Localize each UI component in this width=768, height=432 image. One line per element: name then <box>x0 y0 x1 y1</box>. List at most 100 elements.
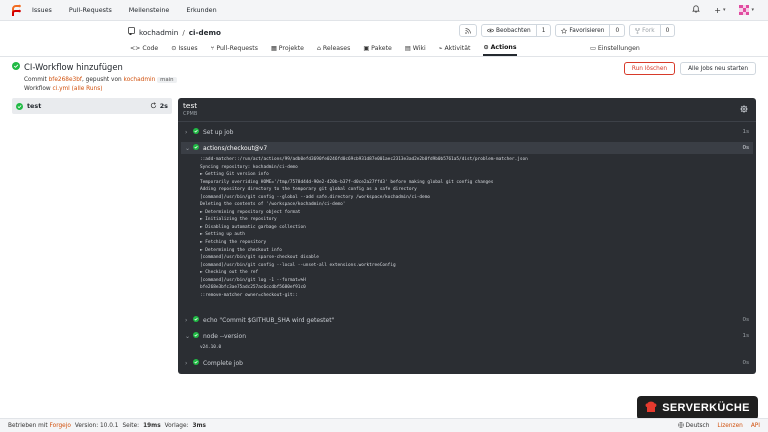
watch-button[interactable]: Beobachten 1 <box>481 24 552 37</box>
tab-label: Issues <box>178 45 198 52</box>
nav-explore[interactable]: Erkunden <box>186 6 216 14</box>
plus-icon: + <box>714 5 721 15</box>
notifications-bell-icon[interactable] <box>692 5 701 15</box>
log-line: bfe268e3bfc3ae75adc257ac6ccdbf5680ef91c0 <box>200 285 306 291</box>
create-menu[interactable]: + ▾ <box>714 6 725 15</box>
eye-icon <box>487 28 494 33</box>
tab-settings[interactable]: ▭ Einstellungen <box>590 41 640 56</box>
success-check-icon <box>193 359 199 367</box>
avatar <box>739 5 750 15</box>
book-icon: ▤ <box>404 45 411 52</box>
tab-label: Releases <box>322 45 351 52</box>
page-time: 19ms <box>143 422 161 429</box>
success-check-icon <box>193 332 199 340</box>
step-duration: 0s <box>742 145 749 151</box>
tab-wiki[interactable]: ▤ Wiki <box>405 41 426 56</box>
repo-title: kochadmin / ci-demo <box>128 27 221 37</box>
chevron-down-icon: ⌄ <box>185 144 191 152</box>
pusher-link[interactable]: kochadmin <box>124 77 156 83</box>
version-text: Version: 10.0.1 <box>74 422 119 429</box>
play-icon: ⊙ <box>483 44 489 51</box>
tab-label: Pull-Requests <box>216 45 258 52</box>
issue-icon: ⊙ <box>171 45 177 52</box>
watermark-text: SERVERKÜCHE <box>662 402 750 414</box>
step-duration: 1s <box>742 333 749 339</box>
step-node-version[interactable]: ⌄ node --version 1s <box>181 330 753 342</box>
tab-label: Aktivität <box>444 45 471 52</box>
step-complete-job[interactable]: › Complete job 0s <box>181 357 753 369</box>
workflow-prefix: Workflow <box>24 86 51 92</box>
language-selector[interactable]: Deutsch <box>677 421 710 430</box>
step-label: echo "Commit $GITHUB_SHA wird getestet" <box>203 316 335 324</box>
forgejo-link[interactable]: Forgejo <box>50 423 71 429</box>
run-title: CI-Workflow hinzufügen <box>24 62 123 72</box>
checkout-log-output: ::add-matcher::/run/act/actions/99/adb0e… <box>200 156 528 299</box>
workflow-all-runs-link[interactable]: (alle Runs) <box>72 86 103 92</box>
tab-projects[interactable]: ▦ Projekte <box>271 41 304 56</box>
pulse-icon: ⌁ <box>438 45 443 52</box>
success-check-icon <box>193 144 199 152</box>
step-set-up-job[interactable]: › Set up job 1s <box>181 126 753 138</box>
star-button[interactable]: Favorisieren 0 <box>555 24 626 37</box>
tab-releases[interactable]: ⌂ Releases <box>317 41 350 56</box>
chevron-right-icon: › <box>185 359 188 367</box>
step-label: node --version <box>203 332 247 340</box>
run-meta: Commit bfe268e3bf, gepusht von kochadmin… <box>24 76 756 94</box>
delete-run-button[interactable]: Run löschen <box>623 62 676 75</box>
log-line: ► Disabling automatic garbage collection <box>200 224 306 230</box>
chef-hat-icon <box>645 401 657 415</box>
log-line: ► Checking out the ref <box>200 270 259 276</box>
log-line: ::add-matcher::/run/act/actions/99/adb0e… <box>200 157 528 162</box>
rerun-all-button[interactable]: Alle Jobs neu starten <box>680 62 756 75</box>
api-link[interactable]: API <box>751 423 760 429</box>
repo-tabs: <> Code ⊙ Issues ⑂ Pull-Requests ▦ Projekte … <box>130 41 530 56</box>
tab-pull-requests[interactable]: ⑂ Pull-Requests <box>211 41 258 56</box>
log-line: ► Determining repository object format <box>200 209 301 215</box>
repo-owner-link[interactable]: kochadmin <box>139 28 178 37</box>
tab-issues[interactable]: ⊙ Issues <box>171 41 197 56</box>
commit-sha-link[interactable]: bfe268e3bf <box>49 77 82 83</box>
fork-button[interactable]: Fork 0 <box>629 24 676 37</box>
nav-pull-requests[interactable]: Pull-Requests <box>69 6 112 14</box>
nav-milestones[interactable]: Meilensteine <box>129 6 170 14</box>
repo-name-link[interactable]: ci-demo <box>189 28 221 37</box>
serverkueche-watermark: SERVERKÜCHE <box>637 396 758 420</box>
log-line: ► Initializing the repository <box>200 217 277 223</box>
gear-icon[interactable] <box>740 105 748 115</box>
branch-badge[interactable]: main <box>157 77 177 83</box>
fork-count[interactable]: 0 <box>659 25 675 36</box>
project-icon: ▦ <box>270 45 277 52</box>
rss-button[interactable] <box>459 24 477 37</box>
tab-label: Pakete <box>371 45 392 52</box>
user-menu[interactable]: ▾ <box>739 5 754 15</box>
log-line: ► Determining the checkout info <box>200 247 282 253</box>
job-list-item[interactable]: test 2s <box>12 98 172 114</box>
job-title: test <box>183 101 198 110</box>
step-duration: 0s <box>742 317 749 323</box>
tab-actions[interactable]: ⊙ Actions <box>483 41 517 56</box>
tab-activity[interactable]: ⌁ Aktivität <box>439 41 471 56</box>
language-label: Deutsch <box>685 422 710 429</box>
step-echo[interactable]: › echo "Commit $GITHUB_SHA wird getestet… <box>181 314 753 326</box>
star-count[interactable]: 0 <box>609 25 624 36</box>
licenses-link[interactable]: Lizenzen <box>717 423 742 429</box>
top-navbar: Issues Pull-Requests Meilensteine Erkund… <box>0 0 768 21</box>
tab-packages[interactable]: ▣ Pakete <box>363 41 392 56</box>
step-label: Set up job <box>203 128 234 136</box>
watch-count[interactable]: 1 <box>535 25 551 36</box>
nav-issues[interactable]: Issues <box>32 6 52 14</box>
rerun-icon[interactable] <box>150 101 157 111</box>
workflow-file-link[interactable]: ci.yml <box>52 86 69 92</box>
forgejo-logo-icon[interactable] <box>10 4 22 16</box>
powered-by-text: Betrieben mit <box>8 422 48 429</box>
log-line: [command]/usr/bin/git sparse-checkout di… <box>200 255 319 261</box>
tab-code[interactable]: <> Code <box>130 41 158 56</box>
job-subtitle: CPMB <box>183 111 198 117</box>
log-line: Syncing repository: kochadmin/ci-demo <box>200 164 298 170</box>
log-line: ::remove-matcher owner=checkout-git:: <box>200 292 298 298</box>
pull-request-icon: ⑂ <box>210 45 215 52</box>
log-line: Adding repository directory to the tempo… <box>200 187 417 193</box>
tab-label: Code <box>142 45 159 52</box>
step-checkout[interactable]: ⌄ actions/checkout@v7 0s <box>181 142 753 154</box>
fork-icon <box>635 27 641 34</box>
